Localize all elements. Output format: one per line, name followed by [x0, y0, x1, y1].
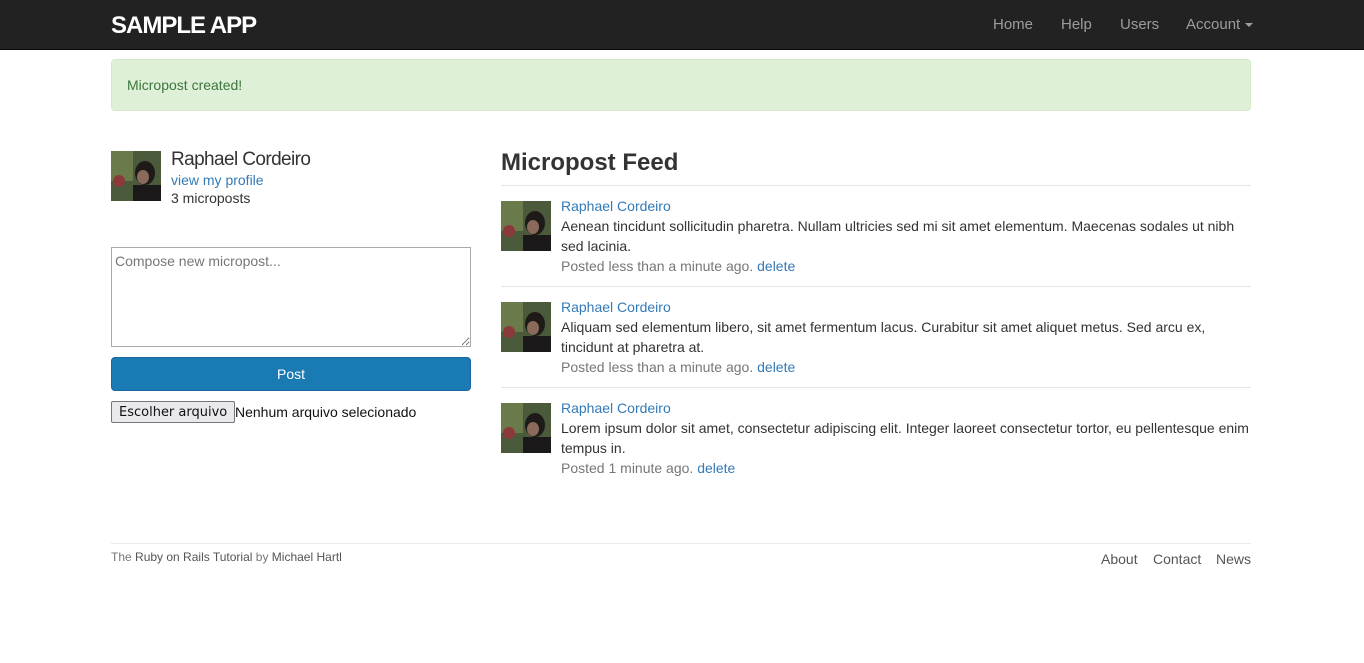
- feed-title: Micropost Feed: [501, 149, 679, 176]
- post-button[interactable]: Post: [111, 357, 471, 391]
- micropost-count: 3 microposts: [171, 190, 251, 206]
- nav-account-label: Account: [1186, 16, 1241, 33]
- footer-about-link[interactable]: About: [1101, 551, 1138, 567]
- nav-help[interactable]: Help: [1061, 16, 1092, 33]
- user-avatar[interactable]: [111, 151, 161, 201]
- post-content: Aenean tincidunt sollicitudin pharetra. …: [561, 218, 1235, 254]
- post-timestamp: Posted less than a minute ago.: [561, 258, 754, 274]
- divider: [501, 387, 1251, 388]
- file-status: Nenhum arquivo selecionado: [235, 404, 417, 420]
- rails-tutorial-link[interactable]: Ruby on Rails Tutorial: [135, 550, 252, 564]
- delete-link[interactable]: delete: [697, 460, 735, 476]
- post-meta: Posted less than a minute ago. delete: [561, 359, 795, 375]
- view-profile-link[interactable]: view my profile: [171, 172, 264, 188]
- post-content: Aliquam sed elementum libero, sit amet f…: [561, 319, 1206, 355]
- footer-by: by: [255, 550, 269, 564]
- delete-link[interactable]: delete: [757, 258, 795, 274]
- top-navbar: SAMPLE APP Home Help Users Account: [0, 0, 1364, 50]
- alert-message: Micropost created!: [127, 77, 243, 93]
- divider: [501, 286, 1251, 287]
- post-meta: Posted less than a minute ago. delete: [561, 258, 795, 274]
- footer-prefix: The: [111, 550, 132, 564]
- footer-news-link[interactable]: News: [1216, 551, 1251, 567]
- nav-home[interactable]: Home: [993, 16, 1033, 33]
- post-user-link[interactable]: Raphael Cordeiro: [561, 198, 671, 214]
- success-alert: Micropost created!: [111, 59, 1251, 111]
- footer-credit: The Ruby on Rails Tutorial by Michael Ha…: [111, 550, 342, 564]
- post-avatar[interactable]: [501, 201, 551, 251]
- compose-micropost-input[interactable]: [111, 247, 471, 347]
- footer-divider: [111, 543, 1251, 544]
- post-timestamp: Posted less than a minute ago.: [561, 359, 754, 375]
- post-timestamp: Posted 1 minute ago.: [561, 460, 694, 476]
- caret-down-icon: [1245, 23, 1254, 28]
- divider: [501, 185, 1251, 186]
- delete-link[interactable]: delete: [757, 359, 795, 375]
- author-link[interactable]: Michael Hartl: [272, 550, 342, 564]
- post-content: Lorem ipsum dolor sit amet, consectetur …: [561, 420, 1249, 456]
- footer-contact-link[interactable]: Contact: [1153, 551, 1201, 567]
- post-meta: Posted 1 minute ago. delete: [561, 460, 735, 476]
- user-name: Raphael Cordeiro: [171, 149, 311, 170]
- nav-users[interactable]: Users: [1120, 16, 1159, 33]
- post-avatar[interactable]: [501, 403, 551, 453]
- choose-file-button[interactable]: Escolher arquivo: [111, 401, 236, 423]
- logo[interactable]: SAMPLE APP: [111, 12, 257, 40]
- nav-account-dropdown[interactable]: Account: [1186, 16, 1254, 33]
- post-user-link[interactable]: Raphael Cordeiro: [561, 400, 671, 416]
- post-user-link[interactable]: Raphael Cordeiro: [561, 299, 671, 315]
- post-avatar[interactable]: [501, 302, 551, 352]
